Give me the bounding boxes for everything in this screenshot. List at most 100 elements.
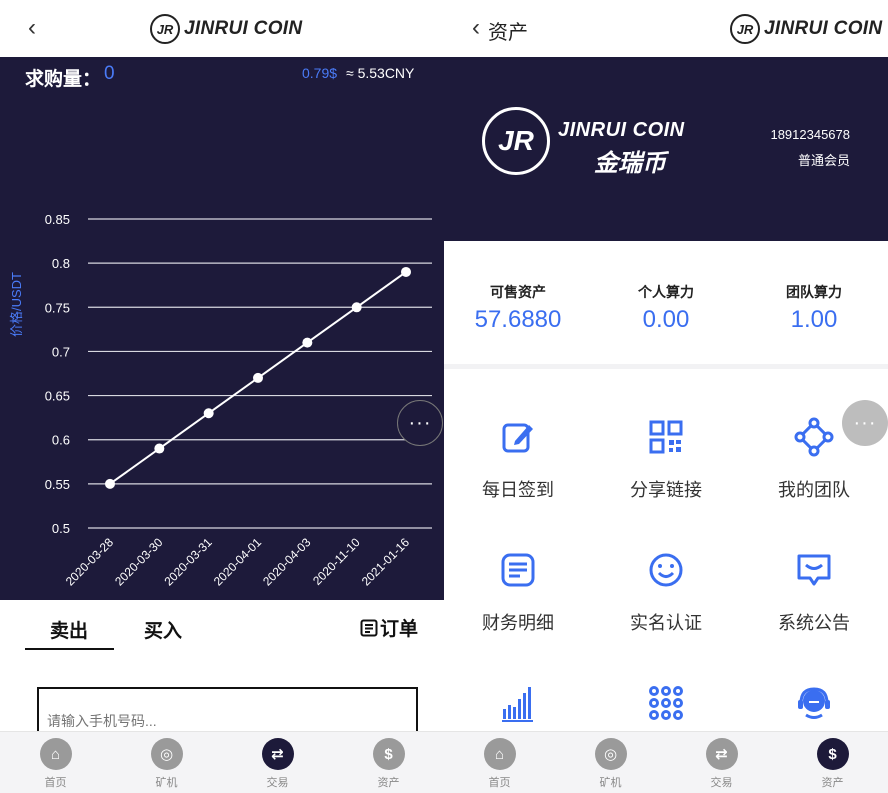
logo: JR JINRUI COIN xyxy=(730,14,882,44)
assets-screen: ‹ 资产 JR JINRUI COIN JR JINRUI COIN 金瑞币 1… xyxy=(444,0,888,793)
logo-badge: JR xyxy=(150,14,180,44)
header: ‹ JR JINRUI COIN xyxy=(0,0,444,57)
grid-item-verification[interactable]: 实名认证 xyxy=(592,550,740,635)
nav-label: 首页 xyxy=(488,777,511,789)
apps-grid-icon xyxy=(649,686,683,720)
nav-item-dollar[interactable]: $ 资产 xyxy=(349,732,429,793)
announcement-icon xyxy=(797,554,831,586)
nav-label: 交易 xyxy=(266,777,289,789)
more-options-button[interactable]: ··· xyxy=(842,400,888,446)
dollar-icon: $ xyxy=(816,738,849,770)
y-tick-label: 0.5 xyxy=(52,521,70,536)
header: ‹ 资产 JR JINRUI COIN xyxy=(444,0,888,57)
data-point xyxy=(351,302,362,313)
smile-icon xyxy=(649,553,683,587)
stat-value: 1.00 xyxy=(790,306,838,333)
active-tab-indicator xyxy=(25,648,114,650)
y-tick-label: 0.55 xyxy=(45,477,70,492)
more-options-button[interactable]: ··· xyxy=(397,400,443,446)
y-tick-label: 0.65 xyxy=(45,389,70,404)
team-icon xyxy=(794,417,834,457)
brand-logo: JR xyxy=(482,107,550,175)
edit-icon xyxy=(502,423,533,453)
bottom-nav: ⌂ 首页 ◎ 矿机 ⇄ 交易 $ 资产 xyxy=(0,731,444,793)
stat-label: 个人算力 xyxy=(638,284,694,300)
grid-item-label: 分享链接 xyxy=(630,480,702,500)
x-tick-label: 2020-11-10 xyxy=(310,535,363,588)
back-button[interactable]: ‹ xyxy=(28,14,36,42)
stat-label: 可售资产 xyxy=(490,284,546,300)
nav-label: 首页 xyxy=(44,777,67,789)
trade-screen: ‹ JR JINRUI COIN 求购量： 0 0.79$ ≈ 5.53CNY … xyxy=(0,0,444,793)
y-tick-label: 0.85 xyxy=(45,212,70,227)
data-point xyxy=(154,443,165,454)
nav-label: 交易 xyxy=(710,777,733,789)
tab-buy[interactable]: 买入 xyxy=(144,616,182,643)
nav-item-home[interactable]: ⌂ 首页 xyxy=(460,732,540,793)
brand-name-cn: 金瑞币 xyxy=(594,150,666,177)
miner-icon: ◎ xyxy=(594,738,627,770)
grid-item-label: 财务明细 xyxy=(482,613,554,633)
brand-name: JINRUI COIN xyxy=(558,119,685,141)
stat-value: 0.00 xyxy=(642,306,690,333)
grid-item-stats[interactable] xyxy=(444,683,592,728)
dollar-icon: $ xyxy=(372,738,405,770)
logo-badge: JR xyxy=(730,14,760,44)
grid-item-apps[interactable] xyxy=(592,683,740,728)
bottom-nav: ⌂ 首页 ◎ 矿机 ⇄ 交易 $ 资产 xyxy=(444,731,888,793)
nav-item-dollar[interactable]: $ 资产 xyxy=(793,732,873,793)
nav-item-home[interactable]: ⌂ 首页 xyxy=(16,732,96,793)
grid-item-label: 我的团队 xyxy=(778,480,850,500)
nav-label: 资产 xyxy=(821,777,844,789)
nav-label: 资产 xyxy=(377,777,400,789)
profile-banner: JR JINRUI COIN 金瑞币 18912345678 普通会员 xyxy=(444,57,888,241)
home-icon: ⌂ xyxy=(39,738,72,770)
nav-label: 矿机 xyxy=(599,777,622,789)
data-point xyxy=(302,337,313,348)
home-icon: ⌂ xyxy=(483,738,516,770)
qr-code-icon xyxy=(649,420,683,454)
orders-label: 订单 xyxy=(380,619,419,640)
logo-text: JINRUI COIN xyxy=(184,18,303,39)
y-tick-label: 0.7 xyxy=(52,344,70,359)
x-tick-label: 2020-03-30 xyxy=(112,535,166,589)
logo-text: JINRUI COIN xyxy=(764,18,883,39)
list-icon xyxy=(360,619,378,636)
y-tick-label: 0.75 xyxy=(45,300,70,315)
grid-item-checkin[interactable]: 每日签到 xyxy=(444,417,592,502)
feature-grid: 每日签到 分享链接 我的团队 财务明细 实名认证 系统公告 xyxy=(444,369,888,731)
grid-item-share[interactable]: 分享链接 xyxy=(592,417,740,502)
nav-item-miner[interactable]: ◎ 矿机 xyxy=(127,732,207,793)
handshake-icon: ⇄ xyxy=(261,738,294,770)
nav-item-handshake[interactable]: ⇄ 交易 xyxy=(238,732,318,793)
stat-personal-hashrate: 个人算力 0.00 xyxy=(601,241,731,364)
y-tick-label: 0.8 xyxy=(52,256,70,271)
document-icon xyxy=(501,553,535,587)
tab-sell[interactable]: 卖出 xyxy=(50,616,88,643)
data-point xyxy=(203,408,214,419)
data-point xyxy=(105,478,115,489)
nav-label: 矿机 xyxy=(155,777,178,789)
y-tick-label: 0.6 xyxy=(52,433,70,448)
grid-item-label: 每日签到 xyxy=(482,480,554,500)
back-button[interactable]: ‹ xyxy=(472,14,480,42)
grid-item-finance[interactable]: 财务明细 xyxy=(444,550,592,635)
nav-item-handshake[interactable]: ⇄ 交易 xyxy=(682,732,762,793)
x-tick-label: 2020-03-28 xyxy=(63,535,117,589)
member-level: 普通会员 xyxy=(797,153,850,168)
handshake-icon: ⇄ xyxy=(705,738,738,770)
phone-input[interactable] xyxy=(37,687,418,737)
data-point xyxy=(253,372,263,383)
customer-service-icon xyxy=(798,687,830,719)
orders-link[interactable]: 订单 xyxy=(360,614,418,641)
grid-item-label: 实名认证 xyxy=(630,613,702,633)
nav-item-miner[interactable]: ◎ 矿机 xyxy=(571,732,651,793)
grid-item-announcement[interactable]: 系统公告 xyxy=(740,550,888,635)
x-tick-label: 2021-01-16 xyxy=(359,535,413,589)
miner-icon: ◎ xyxy=(150,738,183,770)
page-title: 资产 xyxy=(488,22,528,44)
x-tick-label: 2020-04-01 xyxy=(211,535,265,589)
x-tick-label: 2020-04-03 xyxy=(260,535,314,589)
stat-value: 57.6880 xyxy=(474,306,562,333)
grid-item-service[interactable] xyxy=(740,683,888,728)
